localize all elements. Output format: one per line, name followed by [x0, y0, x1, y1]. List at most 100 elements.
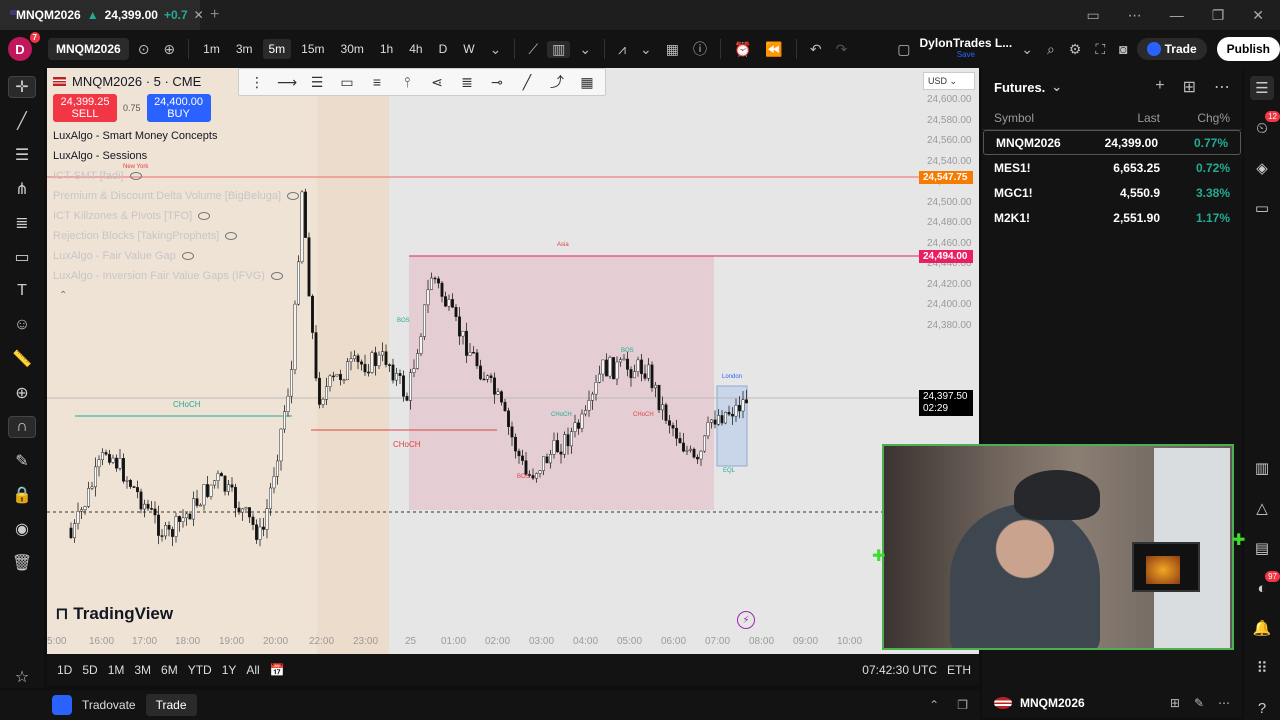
range-6m[interactable]: 6M [161, 663, 178, 677]
indicator-fvg[interactable]: LuxAlgo - Fair Value Gap [53, 250, 194, 262]
avatar[interactable]: D 7 [8, 32, 40, 61]
hidden-eye-icon[interactable] [129, 172, 142, 181]
range-1d[interactable]: 1D [57, 663, 72, 677]
browser-tab[interactable]: MNQM2026 ▲ 24,399.00 +0.7 ✕ [0, 0, 204, 30]
horizontal-ray-icon[interactable]: ⊸ [485, 74, 509, 91]
collapse-legend-icon[interactable]: ⌃ [59, 290, 67, 301]
watchlist-row[interactable]: MNQM2026 24,399.00 0.77% [983, 130, 1241, 155]
indicator-ifvg[interactable]: LuxAlgo - Inversion Fair Value Gaps (IFV… [53, 270, 283, 282]
indicator-rejection-blocks[interactable]: Rejection Blocks [TakingProphets] [53, 230, 238, 242]
lock-icon[interactable]: 🔒 [8, 484, 36, 506]
indicator-delta-volume[interactable]: Premium & Discount Delta Volume [BigBelu… [53, 190, 300, 202]
indicators-icon[interactable]: ⩘ [613, 41, 631, 58]
trash-icon[interactable]: 🗑 [8, 552, 36, 574]
watchlist-row[interactable]: MGC1! 4,550.9 3.38% [982, 180, 1242, 205]
watchlist-title[interactable]: Futures. [994, 80, 1045, 95]
bell-icon[interactable]: 🔔 [1250, 616, 1274, 640]
chevron-down-icon[interactable]: ⌄ [1051, 79, 1062, 95]
zoom-icon[interactable]: ⊕ [8, 382, 36, 404]
trade-tab[interactable]: Trade [145, 694, 197, 716]
indicator-killzones[interactable]: ICT Killzones & Pivots [TFO] [53, 210, 211, 222]
hidden-eye-icon[interactable] [225, 232, 238, 241]
replay-icon[interactable]: ⏪ [760, 41, 787, 58]
grid-icon[interactable]: ⊞ [1170, 696, 1180, 710]
broker-name[interactable]: Tradovate [82, 698, 136, 712]
stream-icon[interactable]: ◐ 97 [1250, 571, 1280, 600]
watchlist-icon[interactable]: ☰ [1250, 76, 1274, 100]
horizontal-lines-icon[interactable]: ☰ [8, 144, 36, 166]
indicator-smt[interactable]: ICT SMT [fadi] [53, 170, 142, 182]
new-tab-button[interactable]: + [200, 6, 229, 24]
rectangle-icon[interactable]: ▭ [8, 246, 36, 268]
chevron-down-icon[interactable]: ⌄ [1016, 41, 1038, 58]
emoji-icon[interactable]: ☺ [8, 314, 36, 336]
pen-lock-icon[interactable]: ✎ [8, 450, 36, 472]
grid-icon[interactable]: ▦ [575, 74, 599, 91]
info-icon[interactable]: ⓘ [688, 39, 712, 59]
help-icon[interactable]: ? [1250, 696, 1274, 720]
triangle-icon[interactable]: △ [1250, 496, 1274, 520]
range-all[interactable]: All [246, 663, 259, 677]
fib-extension-icon[interactable]: ≡ [365, 74, 389, 90]
interval-15m[interactable]: 15m [295, 39, 330, 59]
parallel-channel-icon[interactable]: ≣ [455, 74, 479, 91]
watchlist-row[interactable]: MES1! 6,653.25 0.72% [982, 155, 1242, 180]
pitchfan-icon[interactable]: ⋖ [425, 74, 449, 91]
layers-icon[interactable]: ◈ [1250, 156, 1274, 180]
interval-d[interactable]: D [433, 39, 454, 59]
add-symbol-icon[interactable]: ⊕ [158, 41, 180, 58]
ray-icon[interactable]: ⟶ [275, 74, 299, 91]
more-icon[interactable]: ⋯ [1218, 696, 1230, 710]
hotlist-icon[interactable]: ▥ [1250, 456, 1274, 480]
maximize-panel-icon[interactable]: ❐ [957, 698, 968, 712]
interval-1h[interactable]: 1h [374, 39, 399, 59]
watch-symbol-icon[interactable]: ⊙ [133, 41, 155, 58]
column-chg[interactable]: Chg% [1160, 111, 1230, 125]
alerts-icon[interactable]: ⏲ 12 [1250, 111, 1280, 140]
range-5d[interactable]: 5D [82, 663, 97, 677]
ruler-icon[interactable]: 📏 [8, 348, 36, 370]
rectangle-icon[interactable]: ▭ [335, 74, 359, 91]
star-icon[interactable]: ☆ [8, 666, 36, 688]
calendar-icon[interactable]: 📅 [270, 663, 285, 677]
range-ytd[interactable]: YTD [188, 663, 212, 677]
column-symbol[interactable]: Symbol [994, 111, 1090, 125]
layout-square-icon[interactable]: ▢ [892, 41, 915, 58]
vertical-line-icon[interactable]: ⫯ [395, 74, 419, 91]
search-icon[interactable]: ⌕ [1042, 41, 1060, 58]
eye-icon[interactable]: ◉ [8, 518, 36, 540]
calendar-icon[interactable]: ▤ [1250, 536, 1274, 560]
collapse-up-icon[interactable]: ⌃ [929, 698, 939, 712]
apps-icon[interactable]: ⠿ [1250, 656, 1274, 680]
column-last[interactable]: Last [1090, 111, 1160, 125]
chart-pane[interactable]: MNQM2026 · 5 · CME 24,399.25 SELL 0.75 2… [47, 68, 979, 654]
layout-name[interactable]: DylonTrades L... Save [920, 37, 1013, 61]
line-chart-icon[interactable]: ⟋ [523, 41, 543, 58]
fullscreen-icon[interactable]: ⛶ [1090, 41, 1110, 58]
undo-icon[interactable]: ↶ [805, 41, 827, 58]
resize-handle-icon[interactable]: ✚ [872, 546, 885, 566]
interval-1m[interactable]: 1m [197, 39, 226, 59]
hidden-eye-icon[interactable] [181, 252, 194, 261]
close-window-button[interactable]: ✕ [1252, 7, 1264, 24]
trade-button[interactable]: Trade [1136, 38, 1207, 60]
interval-30m[interactable]: 30m [335, 39, 370, 59]
candles-icon[interactable]: ▥ [547, 40, 571, 58]
range-1y[interactable]: 1Y [222, 663, 237, 677]
templates-icon[interactable]: ▦ [661, 41, 684, 58]
more-icon[interactable]: ⋯ [1214, 77, 1230, 97]
lightning-icon[interactable]: ⚡ [737, 611, 755, 629]
watchlist-row[interactable]: M2K1! 2,551.90 1.17% [982, 205, 1242, 230]
resize-handle-icon[interactable]: ✚ [1232, 530, 1245, 550]
more-icon[interactable]: ⋯ [1128, 7, 1142, 24]
sell-button[interactable]: 24,399.25 SELL [53, 94, 117, 122]
chevron-down-icon[interactable]: ⌄ [635, 41, 657, 58]
drag-handle-icon[interactable]: ⋮ [245, 74, 269, 91]
interval-w[interactable]: W [457, 39, 480, 59]
currency-select[interactable]: USD ⌄ [923, 72, 975, 90]
text-icon[interactable]: T [8, 280, 36, 302]
interval-5m[interactable]: 5m [262, 39, 292, 59]
fib-icon[interactable]: ≣ [8, 212, 36, 234]
maximize-button[interactable]: ❐ [1212, 7, 1225, 24]
chevron-down-icon[interactable]: ⌄ [485, 41, 507, 58]
